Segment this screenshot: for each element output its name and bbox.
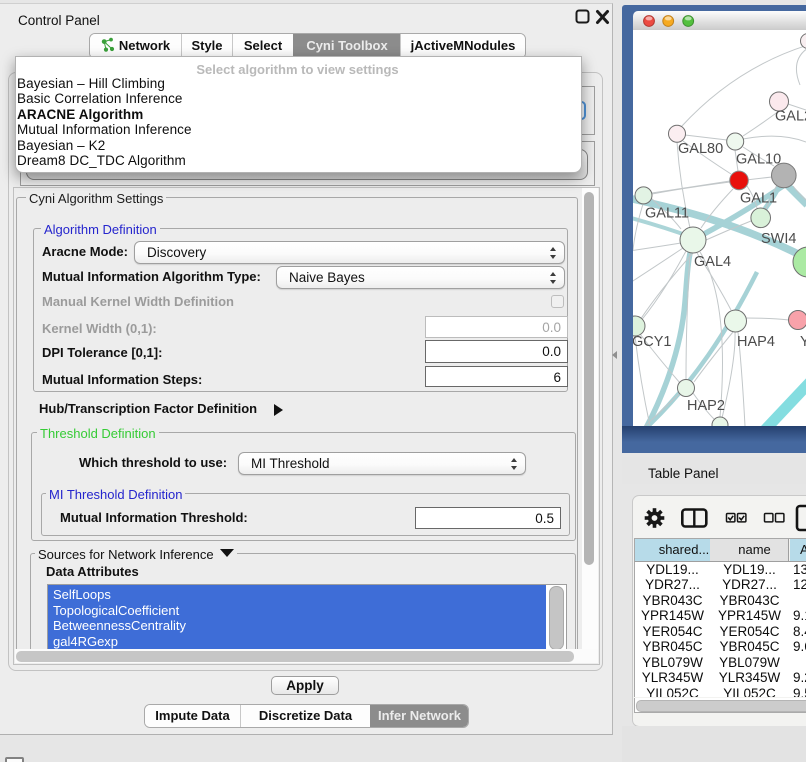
svg-text:GCY1: GCY1 [633,334,672,350]
svg-text:HAP4: HAP4 [737,334,775,350]
svg-text:GAL1: GAL1 [740,191,777,207]
svg-text:GAL10: GAL10 [736,152,781,168]
svg-text:GAL2: GAL2 [775,109,806,125]
svg-text:GAL11: GAL11 [645,206,689,222]
svg-text:YJ: YJ [800,334,806,350]
svg-text:GAL4: GAL4 [694,254,731,270]
svg-text:SWI4: SWI4 [761,231,796,247]
svg-text:GAL80: GAL80 [678,141,723,157]
svg-text:HAP2: HAP2 [687,398,725,414]
